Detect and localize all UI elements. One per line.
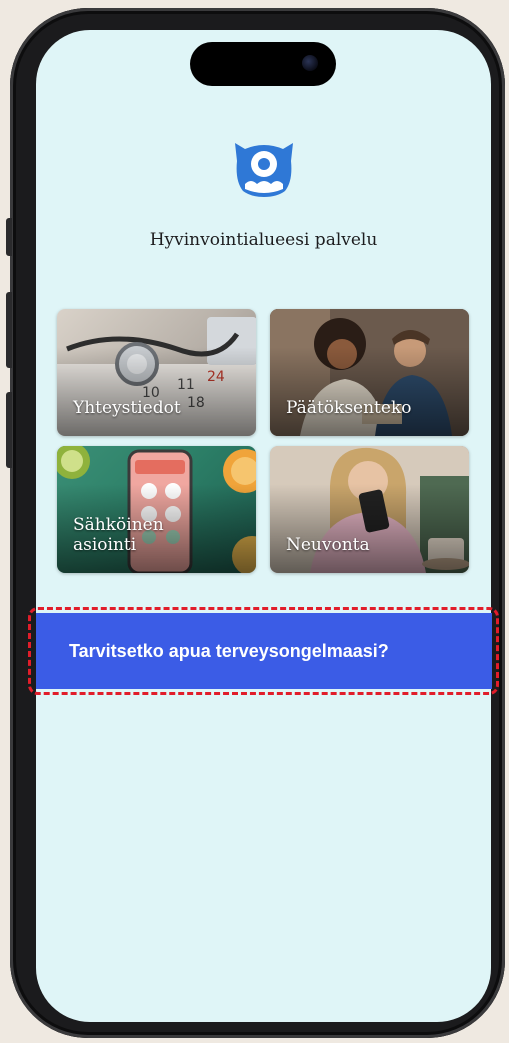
health-help-button[interactable]: Tarvitsetko apua terveysongelmaasi? [36,613,492,689]
tile-label: Sähköinen asiointi [73,515,164,555]
volume-down-button [6,392,12,468]
tile-yhteystiedot[interactable]: 10 11 24 18 Yhteystiedot [57,309,256,436]
camera-icon [302,55,318,71]
volume-up-button [6,292,12,368]
tile-label: Päätöksenteko [286,398,412,418]
tile-label: Yhteystiedot [73,398,181,418]
service-title: Hyvinvointialueesi palvelu [149,230,378,250]
help-button-label: Tarvitsetko apua terveysongelmaasi? [69,641,389,661]
tile-shade [57,347,256,436]
action-button [6,218,12,256]
tile-paatoksenteko[interactable]: Päätöksenteko [270,309,469,436]
tile-shade [270,484,469,573]
tile-sahkoinen-asiointi[interactable]: Sähköinen asiointi [57,446,256,573]
dynamic-island [190,42,336,86]
monster-logo-icon [231,137,297,199]
tile-neuvonta[interactable]: Neuvonta [270,446,469,573]
tile-label: Neuvonta [286,535,370,555]
tile-shade [270,347,469,436]
